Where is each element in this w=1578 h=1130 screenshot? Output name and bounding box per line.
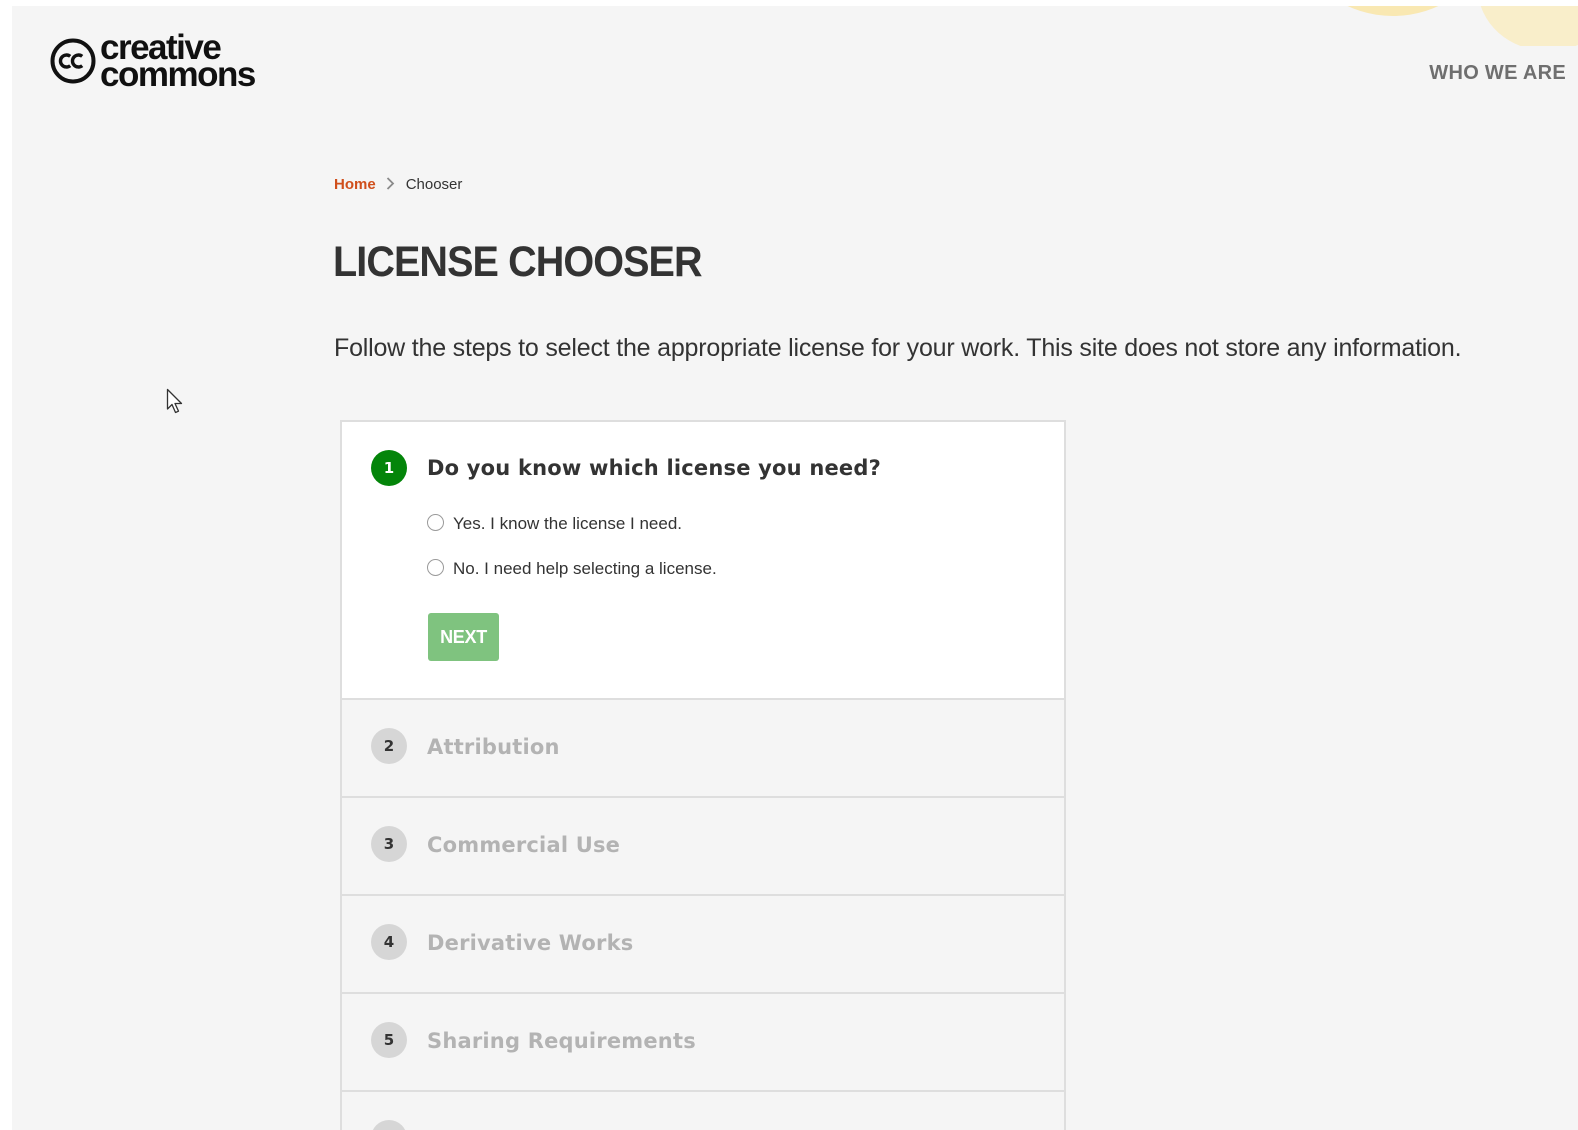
option-no-need-help[interactable]: No. I need help selecting a license. — [427, 558, 717, 579]
creative-commons-logo[interactable]: creative commons — [50, 30, 256, 94]
nav-who-we-are[interactable]: WHO WE ARE — [1429, 62, 1566, 85]
radio-button-yes[interactable] — [427, 513, 444, 531]
step-2-attribution[interactable]: 2 Attribution — [342, 700, 1064, 798]
cc-logo-icon — [50, 38, 96, 84]
step-number-badge: 2 — [371, 728, 407, 764]
page: creative commons WHO WE ARE Home Chooser… — [12, 6, 1578, 1130]
step-title: Sharing Requirements — [427, 1029, 696, 1053]
step-title: Commercial Use — [427, 833, 621, 857]
step-6-partial[interactable] — [342, 1092, 1064, 1130]
step-title: Attribution — [427, 735, 560, 759]
step-number-badge: 4 — [371, 924, 407, 960]
page-description: Follow the steps to select the appropria… — [334, 334, 1462, 362]
page-title: LICENSE CHOOSER — [333, 238, 703, 286]
logo-line-commons: commons — [100, 55, 256, 94]
step-3-commercial-use[interactable]: 3 Commercial Use — [342, 798, 1064, 896]
next-button[interactable]: NEXT — [428, 613, 499, 661]
breadcrumb: Home Chooser — [334, 176, 462, 193]
step-title: Derivative Works — [427, 931, 634, 955]
step-1-license-knowledge: 1 Do you know which license you need? Ye… — [342, 422, 1064, 700]
option-label: No. I need help selecting a license. — [453, 559, 717, 578]
breadcrumb-home-link[interactable]: Home — [334, 176, 376, 193]
corner-decoration — [1288, 6, 1578, 46]
step-4-derivative-works[interactable]: 4 Derivative Works — [342, 896, 1064, 994]
breadcrumb-current: Chooser — [405, 176, 463, 193]
step-number-badge — [371, 1120, 407, 1130]
license-stepper: 1 Do you know which license you need? Ye… — [340, 420, 1066, 1130]
step-5-sharing-requirements[interactable]: 5 Sharing Requirements — [342, 994, 1064, 1092]
mouse-pointer-icon — [166, 388, 183, 414]
step-number-badge: 5 — [371, 1022, 407, 1058]
step-title: Do you know which license you need? — [427, 456, 881, 480]
step-number-badge: 3 — [371, 826, 407, 862]
radio-button-no[interactable] — [427, 558, 444, 576]
logo-wordmark: creative commons — [100, 30, 256, 94]
step-number-badge: 1 — [371, 450, 407, 486]
option-label: Yes. I know the license I need. — [453, 514, 683, 533]
option-yes-know-license[interactable]: Yes. I know the license I need. — [427, 513, 683, 534]
chevron-right-icon — [386, 176, 395, 193]
